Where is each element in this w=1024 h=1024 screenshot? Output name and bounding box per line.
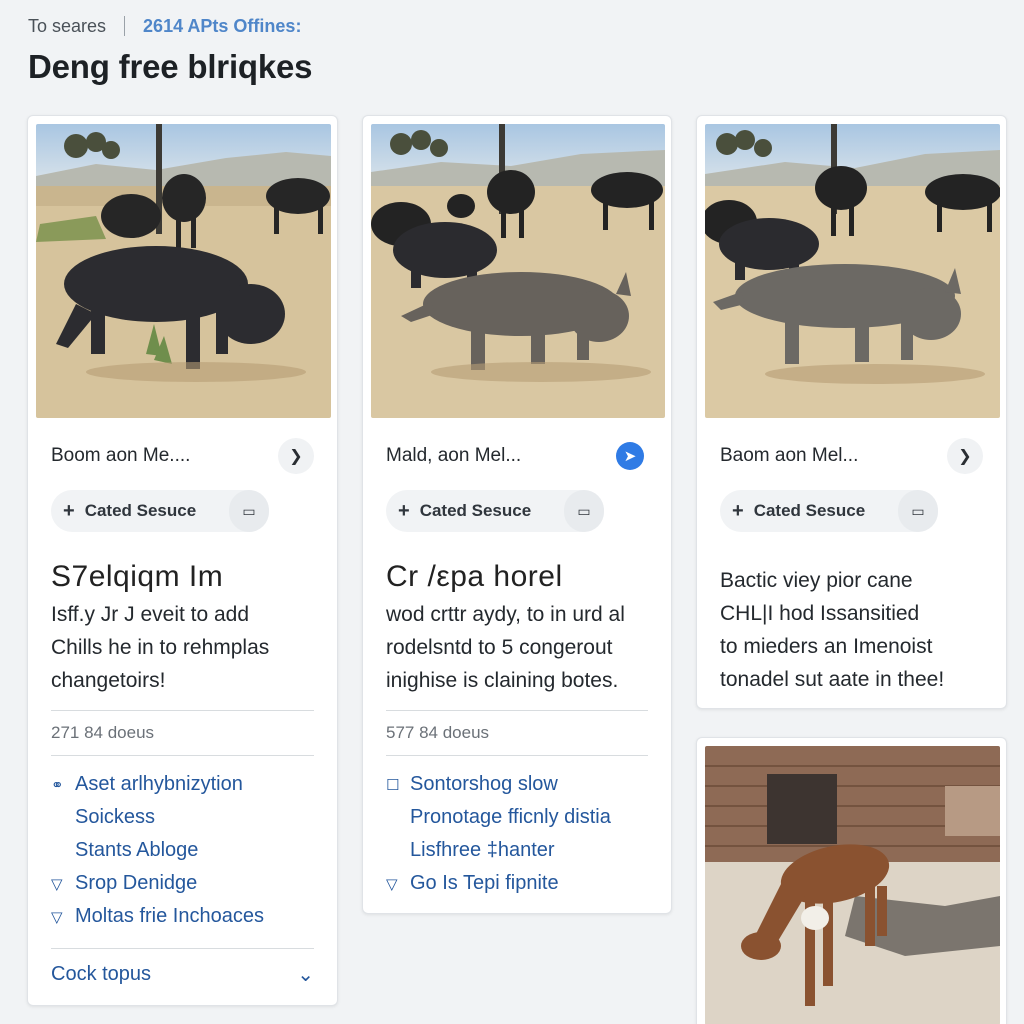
chevron-right-icon[interactable]: ❯ — [278, 438, 314, 474]
tag-icon[interactable]: ▭ — [229, 490, 269, 532]
pill-label: Cated Sesuce — [419, 501, 532, 520]
card-1-photo[interactable] — [36, 124, 331, 418]
card-link-list: ⚭ Aset arlhybnizytion Soickess Stants Abl… — [51, 768, 327, 933]
list-item[interactable]: ▽ Go Is Tepi fipnite — [386, 867, 661, 900]
desc-line: to mieders an Imenoist — [720, 635, 933, 658]
desc-line: CHL|I hod Issansitied — [720, 602, 920, 625]
list-item[interactable]: Soickess — [51, 801, 327, 834]
card-count: 577 84 doeus — [386, 723, 490, 742]
link-label: Stants Abloge — [75, 839, 199, 861]
desc-line: Bactic viey pior cane — [720, 569, 913, 592]
card-headline: S7elqiqm Im — [51, 560, 224, 593]
card-2-photo[interactable] — [371, 124, 665, 418]
card-description: Isff.y Jr J eveit to add Chills he in to… — [51, 598, 319, 697]
card-1-create-source-button[interactable]: + Cated Sesuce ▭ — [51, 490, 269, 532]
divider — [386, 755, 648, 756]
breadcrumb-current[interactable]: 2614 APts Offines: — [143, 16, 301, 37]
plus-icon: + — [63, 499, 75, 522]
plus-icon: + — [398, 499, 410, 522]
link-label: Lisfhree ‡hanter — [410, 839, 555, 861]
breadcrumb-home-link[interactable]: To seares — [28, 16, 106, 37]
card-1-meta: Boom aon Me.... ❯ — [51, 438, 314, 474]
link-label: Moltas frie Inchoaces — [75, 905, 264, 927]
desc-line: rodelsntd to 5 congerout — [386, 636, 613, 659]
link-label: Soickess — [75, 806, 156, 828]
card-3-meta: Baom aon Mel... ❯ — [720, 438, 983, 474]
breadcrumb: To seares 2614 APts Offines: — [28, 14, 301, 38]
animals-photo-1 — [36, 124, 331, 418]
card-3-create-source-button[interactable]: + Cated Sesuce ▭ — [720, 490, 938, 532]
animals-photo-2 — [371, 124, 665, 418]
list-item[interactable]: ▽ Moltas frie Inchoaces — [51, 900, 327, 933]
desc-line: Chills he in to rehmplas — [51, 636, 270, 659]
chevron-down-icon: ▽ — [51, 908, 63, 926]
card-description: Bactic viey pior cane CHL|I hod Issansit… — [720, 564, 988, 696]
card-4-photo[interactable] — [705, 746, 1000, 1024]
post-card-2: Mald, aon Mel... ➤ + Cated Sesuce ▭ Cr /… — [362, 115, 672, 914]
list-item[interactable]: ▽ Srop Denidge — [51, 867, 327, 900]
link-label: Sontorshog slow — [410, 773, 558, 795]
card-2-meta: Mald, aon Mel... ➤ — [386, 438, 648, 474]
chevron-down-icon: ▽ — [386, 875, 398, 893]
card-author[interactable]: Mald, aon Mel... — [386, 445, 521, 467]
post-card-1: Boom aon Me.... ❯ + Cated Sesuce ▭ S7elq… — [27, 115, 338, 1006]
tag-icon[interactable]: ▭ — [564, 490, 604, 532]
divider — [51, 755, 314, 756]
desc-line: changetoirs! — [51, 669, 166, 692]
checkbox-icon[interactable]: ☐ — [386, 776, 410, 794]
chevron-down-icon[interactable]: ⌄ — [297, 962, 314, 987]
post-card-3: Baom aon Mel... ❯ + Cated Sesuce ▭ Bacti… — [696, 115, 1007, 709]
list-item[interactable]: ☐ Sontorshog slow — [386, 768, 661, 801]
list-item[interactable]: Pronotage fficnly distia — [386, 801, 661, 834]
chevron-right-icon[interactable]: ❯ — [947, 438, 983, 474]
pill-label: Cated Sesuce — [753, 501, 866, 520]
card-description: wod crttr aydy, to in urd al rodelsntd t… — [386, 598, 653, 697]
card-author[interactable]: Boom aon Me.... — [51, 445, 190, 467]
breadcrumb-separator — [124, 16, 126, 36]
chevron-down-icon: ▽ — [51, 875, 63, 893]
list-item[interactable]: Stants Abloge — [51, 834, 327, 867]
card-3-photo[interactable] — [705, 124, 1000, 418]
card-link-list: ☐ Sontorshog slow Pronotage fficnly disti… — [386, 768, 661, 900]
divider — [51, 710, 314, 711]
link-icon: ⚭ — [51, 776, 64, 794]
pill-label: Cated Sesuce — [84, 501, 197, 520]
footer-link[interactable]: Cock topus — [51, 963, 151, 986]
link-label: Srop Denidge — [75, 872, 198, 894]
link-label: Pronotage fficnly distia — [410, 806, 611, 828]
card-headline: Cr /εpa horel — [386, 560, 563, 593]
desc-line: wod crttr aydy, to in urd al — [386, 603, 625, 626]
divider — [386, 710, 648, 711]
plus-icon: + — [732, 499, 744, 522]
list-item[interactable]: ⚭ Aset arlhybnizytion — [51, 768, 327, 801]
divider — [51, 948, 314, 949]
list-item[interactable]: Lisfhree ‡hanter — [386, 834, 661, 867]
page-title: Deng free blriqkes — [28, 48, 313, 85]
tag-icon[interactable]: ▭ — [898, 490, 938, 532]
card-count: 271 84 doeus — [51, 723, 155, 742]
link-label: Go Is Tepi fipnite — [410, 872, 559, 894]
arrow-up-icon[interactable]: ➤ — [612, 438, 648, 474]
desc-line: tonadel sut aate in thee! — [720, 668, 945, 691]
link-label: Aset arlhybnizytion — [75, 773, 243, 795]
post-card-4 — [696, 737, 1007, 1024]
animals-photo-3 — [705, 124, 1000, 418]
card-footer[interactable]: Cock topus ⌄ — [51, 962, 314, 987]
card-2-create-source-button[interactable]: + Cated Sesuce ▭ — [386, 490, 604, 532]
goat-photo — [705, 746, 1000, 1024]
desc-line: Isff.y Jr J eveit to add — [51, 603, 250, 626]
desc-line: inighise is claining botes. — [386, 669, 619, 692]
card-author[interactable]: Baom aon Mel... — [720, 445, 858, 467]
